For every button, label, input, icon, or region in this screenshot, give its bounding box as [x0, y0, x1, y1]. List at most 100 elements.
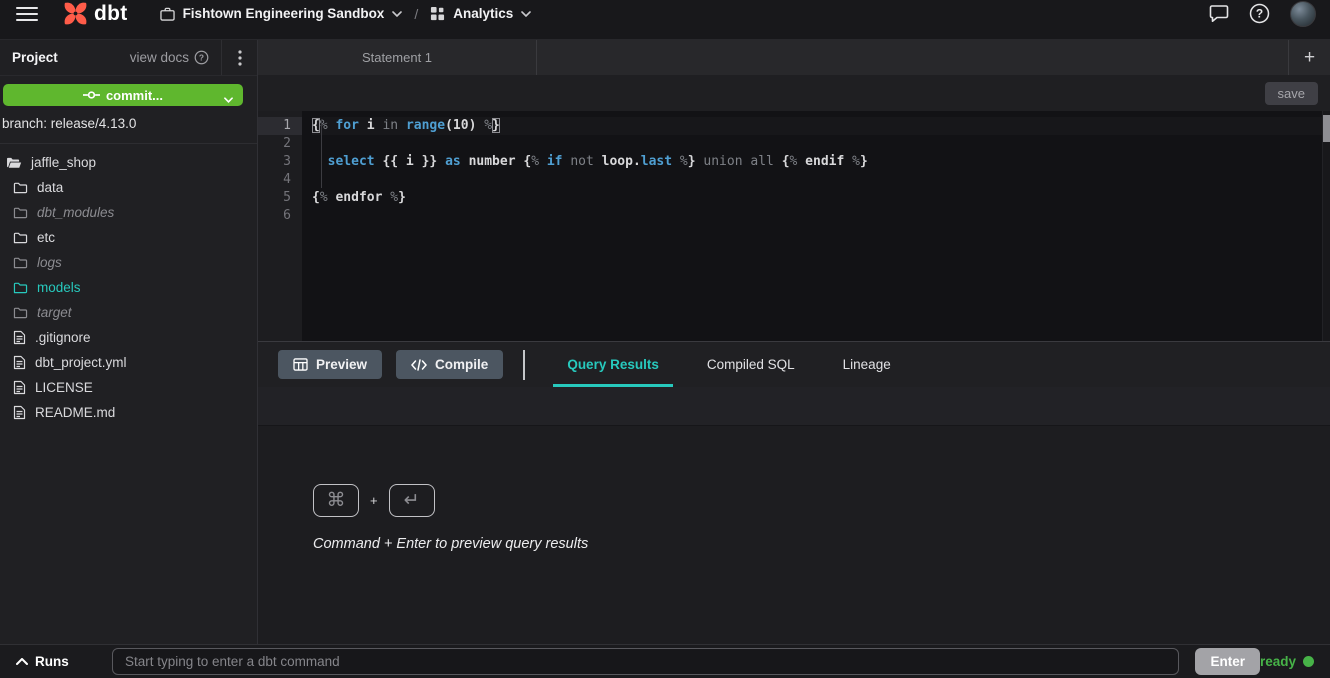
shortcut-hint-keys: ⌘ + ↵ [313, 484, 1330, 517]
code-token: last [641, 154, 672, 169]
dbt-command-input[interactable] [112, 648, 1179, 675]
file-icon [13, 380, 26, 395]
hamburger-menu-icon[interactable] [10, 6, 44, 22]
code-token: for [335, 118, 358, 133]
account-switcher[interactable]: Fishtown Engineering Sandbox [160, 6, 403, 21]
tree-item-label: target [37, 305, 72, 320]
top-bar: dbt Fishtown Engineering Sandbox / Analy… [0, 0, 1330, 40]
chevron-down-icon [521, 11, 531, 17]
editor-scrollbar-thumb[interactable] [1323, 115, 1330, 142]
code-token: } [398, 190, 406, 205]
code-line-5: {% endfor %} [312, 189, 1330, 207]
tree-item-label: data [37, 180, 63, 195]
svg-text:?: ? [1256, 7, 1263, 21]
sidebar-title: Project [12, 50, 58, 65]
code-token [594, 154, 602, 169]
code-token: all [750, 154, 773, 169]
code-token [312, 154, 328, 169]
sidebar-header: Project view docs ? [0, 40, 257, 76]
breadcrumb-separator: / [414, 6, 418, 22]
save-button[interactable]: save [1265, 82, 1318, 105]
results-tab-lineage[interactable]: Lineage [819, 342, 915, 387]
tree-item-etc[interactable]: etc [0, 225, 257, 250]
project-switcher[interactable]: Analytics [430, 6, 531, 21]
folder-icon [13, 231, 28, 244]
file-explorer-sidebar: Project view docs ? commit... [0, 40, 258, 644]
git-commit-icon [83, 90, 100, 100]
tree-item-target[interactable]: target [0, 300, 257, 325]
results-pane: Preview Compile Query ResultsCompiled SQ… [258, 341, 1330, 644]
tree-item-label: logs [37, 255, 62, 270]
commit-button[interactable]: commit... [3, 84, 243, 106]
folder-icon [13, 306, 28, 319]
enter-key-icon: ↵ [389, 484, 435, 517]
code-token: if [547, 154, 563, 169]
tree-item-dbt-modules[interactable]: dbt_modules [0, 200, 257, 225]
tree-item-models[interactable]: models [0, 275, 257, 300]
ready-label: ready [1260, 654, 1296, 669]
runs-panel-toggle[interactable]: Runs [16, 654, 112, 669]
code-token: . [633, 154, 641, 169]
status-indicator: ready [1260, 654, 1314, 669]
code-token: { [312, 118, 320, 133]
editor-scrollbar-track [1322, 111, 1330, 341]
code-token: % [390, 190, 398, 205]
results-tab-label: Lineage [843, 357, 891, 372]
code-token: endif [805, 154, 844, 169]
user-avatar[interactable] [1290, 1, 1316, 27]
file-icon [13, 405, 26, 420]
enter-button[interactable]: Enter [1195, 648, 1260, 675]
code-token: % [484, 118, 492, 133]
tree-item--gitignore[interactable]: .gitignore [0, 325, 257, 350]
tree-item-jaffle-shop[interactable]: jaffle_shop [0, 150, 257, 175]
editor-tab-bar: Statement 1 + [258, 40, 1330, 75]
line-number-gutter: 123456 [258, 111, 302, 341]
dbt-logo-icon [62, 0, 89, 27]
keys-joiner: + [370, 493, 378, 508]
table-icon [293, 358, 308, 371]
tree-item-label: dbt_project.yml [35, 355, 127, 370]
branch-label: branch: release/4.13.0 [0, 106, 257, 144]
code-token: {{ i }} [382, 154, 437, 169]
editor-tab-statement-1[interactable]: Statement 1 [258, 40, 537, 75]
question-circle-icon: ? [194, 50, 209, 65]
tree-item-logs[interactable]: logs [0, 250, 257, 275]
command-key-icon: ⌘ [313, 484, 359, 517]
account-name: Fishtown Engineering Sandbox [183, 6, 385, 21]
tree-item-dbt-project-yml[interactable]: dbt_project.yml [0, 350, 257, 375]
tree-item-label: dbt_modules [37, 205, 114, 220]
compile-button[interactable]: Compile [396, 350, 503, 379]
code-token: not [570, 154, 593, 169]
kebab-menu-icon[interactable] [221, 40, 257, 75]
code-token: } [688, 154, 696, 169]
ready-dot-icon [1303, 656, 1314, 667]
code-token: 10 [453, 118, 469, 133]
code-token: % [531, 154, 539, 169]
code-editor[interactable]: 123456 {% for i in range(10) %} select {… [258, 111, 1330, 341]
file-tree: jaffle_shopdata dbt_modulesetc logs models t… [0, 144, 257, 425]
tree-item-data[interactable]: data [0, 175, 257, 200]
results-tab-query-results[interactable]: Query Results [543, 342, 683, 387]
code-token: as [445, 154, 461, 169]
view-docs-link[interactable]: view docs ? [130, 50, 221, 65]
code-token: % [320, 190, 328, 205]
dbt-logo[interactable]: dbt [62, 0, 128, 27]
code-token: union [703, 154, 742, 169]
preview-button[interactable]: Preview [278, 350, 382, 379]
chevron-up-icon [16, 658, 28, 665]
tree-item-readme-md[interactable]: README.md [0, 400, 257, 425]
help-icon[interactable]: ? [1249, 3, 1270, 24]
code-token: { [523, 154, 531, 169]
code-token [461, 154, 469, 169]
code-content: {% for i in range(10) %} select {{ i }} … [302, 111, 1330, 341]
chevron-down-icon [224, 91, 233, 106]
chat-icon[interactable] [1209, 4, 1229, 23]
status-bar: Runs Enter ready [0, 644, 1330, 678]
code-line-2 [312, 135, 1330, 153]
code-token [539, 154, 547, 169]
tree-item-license[interactable]: LICENSE [0, 375, 257, 400]
results-tab-compiled-sql[interactable]: Compiled SQL [683, 342, 819, 387]
new-tab-button[interactable]: + [1288, 40, 1330, 75]
file-icon [13, 330, 26, 345]
code-token [672, 154, 680, 169]
